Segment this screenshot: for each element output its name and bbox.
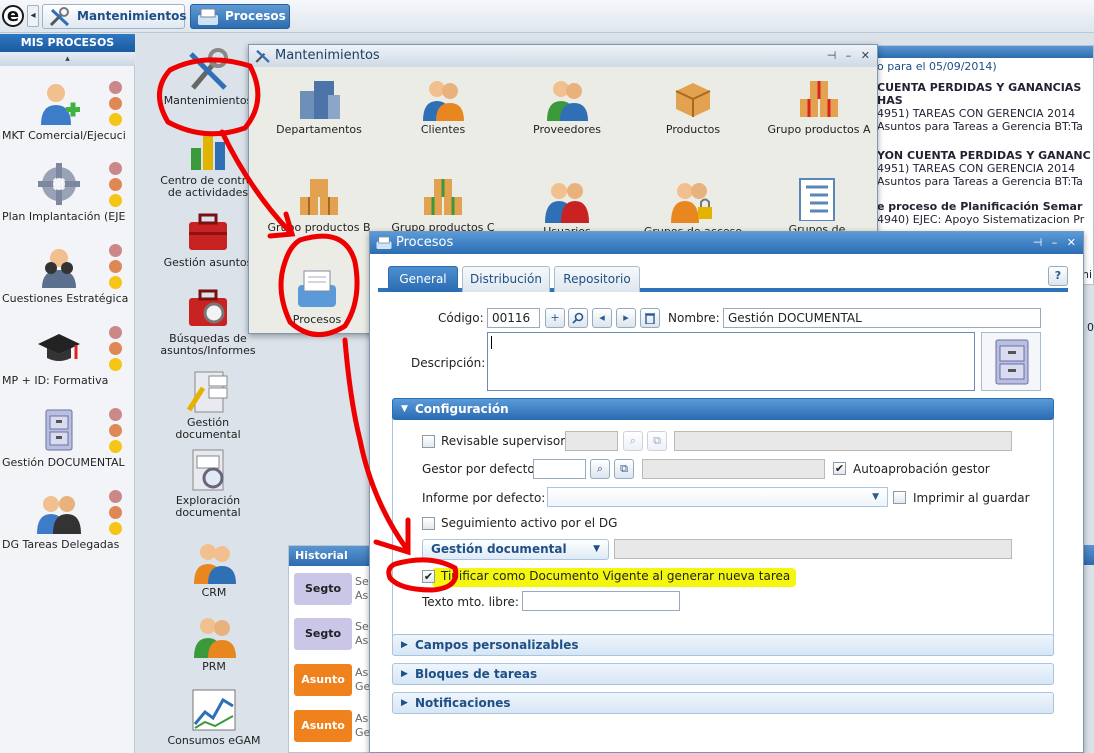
annotation-overlay [157, 57, 459, 593]
annotation-circle-mantenimientos [157, 57, 261, 137]
annotation-circle-checkbox [386, 557, 459, 593]
annotation-arrow-to-tipificar [342, 337, 409, 551]
annotation-arrow-to-procesos [219, 129, 293, 235]
annotation-circle-procesos [278, 233, 360, 338]
